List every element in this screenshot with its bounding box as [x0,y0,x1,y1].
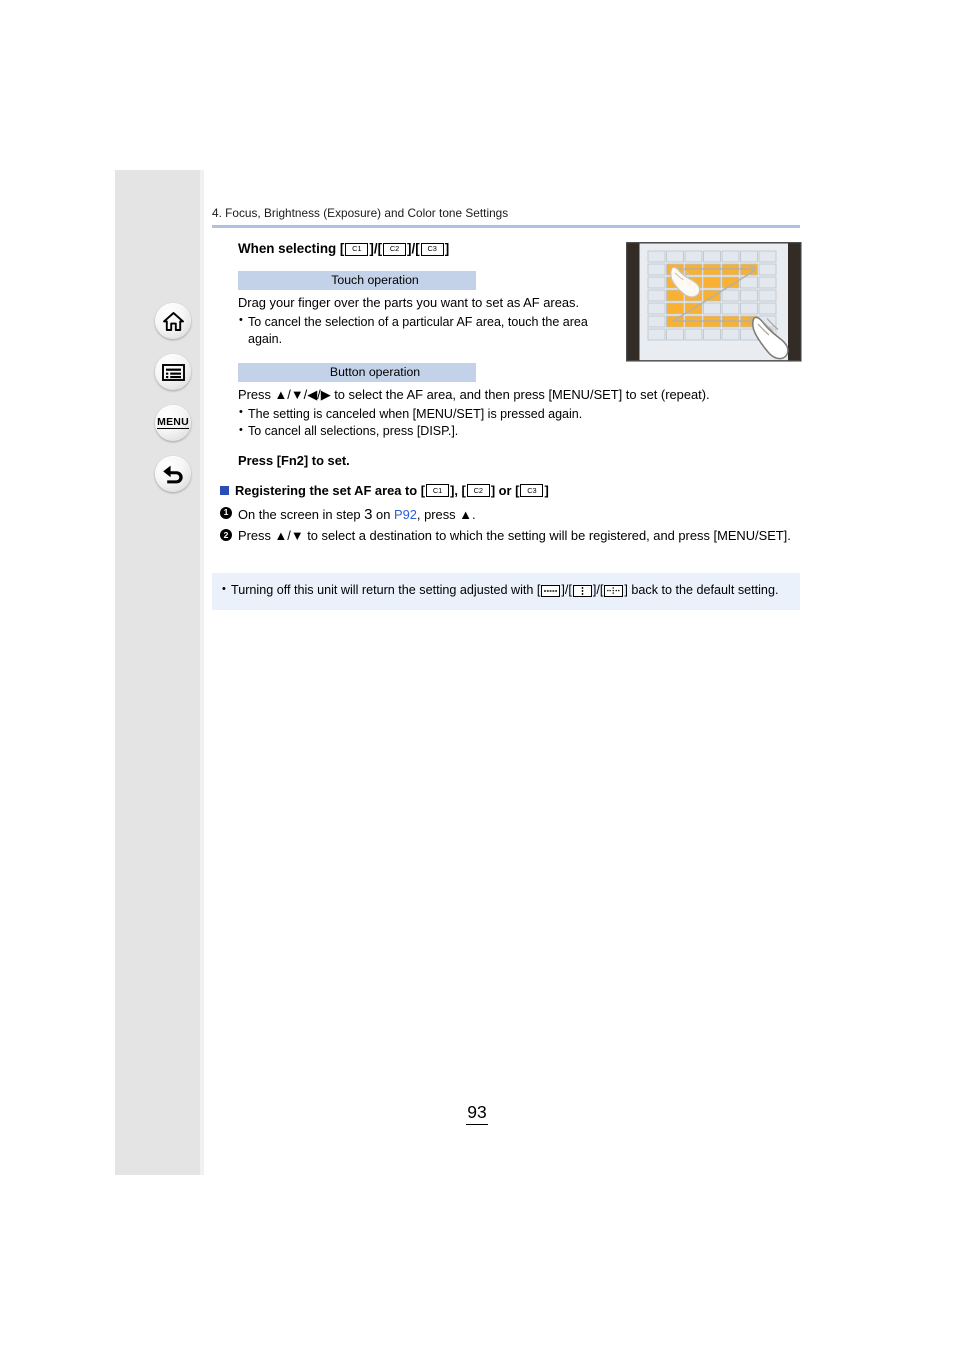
registering-heading-prefix: Registering the set AF area to [ [235,483,426,499]
sidebar-edge-strip [200,170,204,1175]
af-mode-cluster-icon [604,584,624,597]
step-text-mid: on [372,507,394,523]
af-mode-vertical-icon [572,584,592,597]
step-text-before: On the screen in step [238,507,365,523]
c3-icon: C3 [420,242,444,256]
list-item: To cancel the selection of a particular … [238,313,598,350]
touch-operation-bar: Touch operation [238,271,476,291]
note-sep2: ]/[ [592,583,604,597]
home-button[interactable] [155,303,191,339]
c2-icon: C2 [383,242,407,256]
note-text-after: ] back to the default setting. [624,583,779,597]
when-selecting-suffix: ] [444,241,450,256]
when-selecting-sep1: ]/[ [369,241,383,256]
list-item: 2 Press ▲/▼ to select a destination to w… [220,527,812,546]
menu-text-icon: MENU [157,415,189,430]
registering-heading-suffix: ] [544,483,549,499]
registering-steps: 1 On the screen in step 3 on P92, press … [220,504,812,545]
c1-icon: C1 [345,242,369,256]
page-number: 93 [0,1102,954,1125]
af-mode-horizontal-icon [541,584,561,597]
button-operation-bullets: The setting is canceled when [MENU/SET] … [238,405,812,442]
registering-heading-sep2: ] or [ [490,483,520,499]
list-icon [161,363,185,381]
back-arrow-icon [162,465,184,484]
square-bullet-icon [220,486,229,496]
menu-button[interactable]: MENU [155,405,191,441]
header-rule [212,225,800,228]
note-sep1: ]/[ [561,583,572,597]
registering-heading-sep1: ], [ [450,483,466,499]
c2-icon: C2 [466,484,490,498]
chapter-header: 4. Focus, Brightness (Exposure) and Colo… [212,206,509,220]
list-item: To cancel all selections, press [DISP.]. [238,423,812,441]
step-text: Press ▲/▼ to select a destination to whi… [238,527,791,543]
list-item: Turning off this unit will return the se… [222,581,790,600]
when-selecting-sep2: ]/[ [407,241,420,256]
note-list: Turning off this unit will return the se… [222,581,790,600]
touch-operation-paragraph: Drag your finger over the parts you want… [238,295,580,311]
back-button[interactable] [155,456,191,492]
c1-icon: C1 [426,484,450,498]
press-fn2-line: Press [Fn2] to set. [238,453,350,469]
af-area-grid-illustration [626,242,802,362]
button-operation-bar: Button operation [238,363,476,383]
home-icon [162,311,184,331]
step-number-badge: 2 [220,529,232,542]
button-operation-paragraph: Press ▲/▼/◀/▶ to select the AF area, and… [238,387,710,403]
page-number-value: 93 [466,1102,488,1125]
note-text-before: Turning off this unit will return the se… [231,583,541,597]
step-text-after: , press ▲. [416,507,476,523]
registering-heading: Registering the set AF area to [ C1 ], [… [220,483,812,498]
list-item: The setting is canceled when [MENU/SET] … [238,405,812,424]
contents-button[interactable] [155,354,191,390]
note-box: Turning off this unit will return the se… [212,573,800,610]
list-item: 1 On the screen in step 3 on P92, press … [220,504,812,526]
navigation-button-group: MENU [155,303,195,507]
step-number-badge: 1 [220,506,232,519]
page-reference-link[interactable]: P92 [394,507,417,522]
when-selecting-prefix: When selecting [ [238,241,345,256]
c3-icon: C3 [520,484,544,498]
